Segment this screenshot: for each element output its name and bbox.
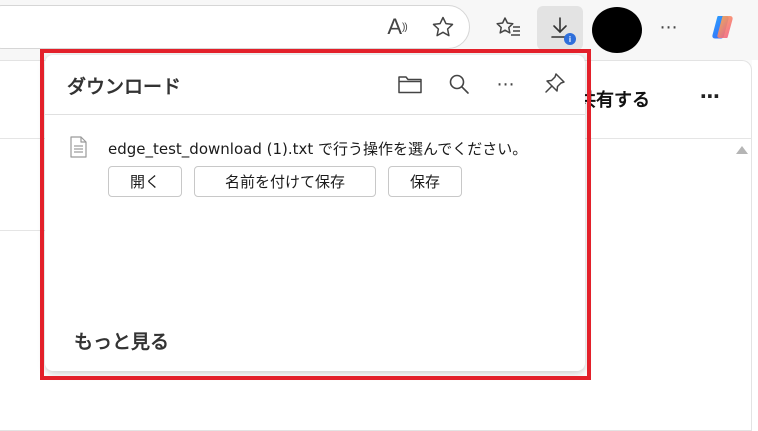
open-button[interactable]: 開く xyxy=(108,166,182,197)
share-button[interactable]: 共有する xyxy=(578,86,650,112)
downloads-button[interactable]: i xyxy=(537,6,583,50)
download-message: edge_test_download (1).txt で行う操作を選んでください… xyxy=(108,140,528,158)
more-icon[interactable]: ⋯ xyxy=(488,67,524,101)
downloads-panel: ダウンロード ⋯ edge_test_download (1).txt で行う操… xyxy=(45,55,585,371)
scroll-up-arrow[interactable] xyxy=(736,146,748,154)
see-more-link[interactable]: もっと見る xyxy=(74,327,169,354)
text-file-icon xyxy=(69,136,87,162)
panel-divider xyxy=(45,114,585,115)
page-more-button[interactable]: ⋯ xyxy=(700,84,721,108)
read-aloud-icon[interactable]: A)) xyxy=(380,10,414,44)
save-as-button[interactable]: 名前を付けて保存 xyxy=(194,166,376,197)
favorites-icon[interactable] xyxy=(491,10,525,44)
panel-title: ダウンロード xyxy=(67,76,182,98)
search-icon[interactable] xyxy=(441,67,477,101)
pin-icon[interactable] xyxy=(537,67,573,101)
browser-toolbar: A)) i ⋯ xyxy=(0,0,758,60)
browser-menu-button[interactable]: ⋯ xyxy=(652,10,686,44)
star-icon[interactable] xyxy=(426,10,460,44)
page-divider xyxy=(0,230,45,231)
copilot-icon[interactable] xyxy=(707,10,741,44)
save-button[interactable]: 保存 xyxy=(388,166,462,197)
download-badge: i xyxy=(564,33,576,45)
folder-icon[interactable] xyxy=(392,67,428,101)
avatar[interactable] xyxy=(592,7,642,53)
